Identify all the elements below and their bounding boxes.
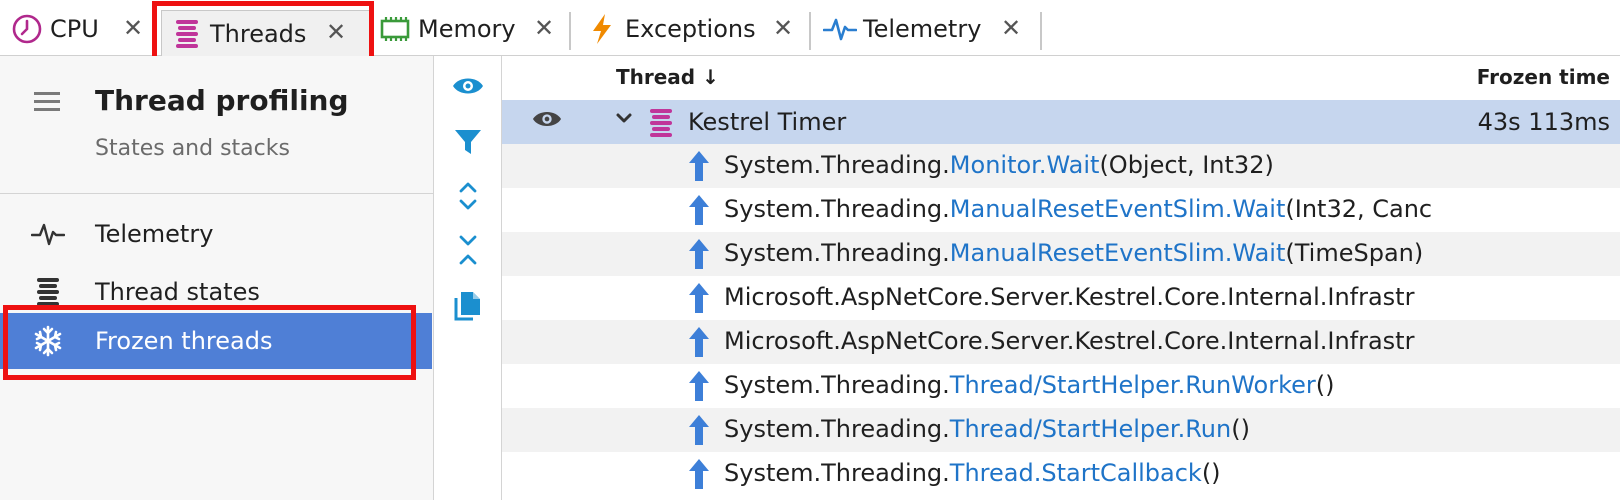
frame-method-link[interactable]: Monitor.Wait — [950, 151, 1100, 179]
frame-method-link[interactable]: Thread/StartHelper.Run — [950, 415, 1231, 443]
eye-icon[interactable] — [446, 64, 490, 108]
tab-separator — [569, 12, 571, 50]
page-title: Thread profiling — [95, 84, 349, 117]
arrow-up-icon — [688, 326, 710, 362]
arrow-up-icon — [688, 282, 710, 318]
tab-telemetry[interactable]: Telemetry ✕ — [823, 8, 1028, 50]
frame-namespace: System.Threading. — [724, 151, 950, 179]
close-icon[interactable]: ✕ — [123, 16, 143, 40]
toolbar — [434, 56, 502, 500]
tab-label: Threads — [210, 19, 307, 48]
stack-frame-row[interactable]: System.Threading.Monitor.Wait(Object, In… — [502, 144, 1620, 188]
thread-name: Kestrel Timer — [688, 108, 847, 136]
frame-method-link[interactable]: Thread/StartHelper.RunWorker — [950, 371, 1316, 399]
frame-namespace: System.Threading. — [724, 415, 950, 443]
stack-frame-row[interactable]: Microsoft.AspNetCore.Server.Kestrel.Core… — [502, 320, 1620, 364]
sidebar-item-label: Telemetry — [95, 220, 214, 248]
tab-threads[interactable]: Threads ✕ — [161, 10, 371, 56]
close-icon[interactable]: ✕ — [534, 16, 554, 40]
stack-frame-row[interactable]: System.Threading.ManualResetEventSlim.Wa… — [502, 188, 1620, 232]
thread-row[interactable]: Kestrel Timer 43s 113ms — [502, 100, 1620, 144]
arrow-up-icon — [688, 194, 710, 230]
arrow-up-icon — [688, 238, 710, 274]
close-icon[interactable]: ✕ — [1001, 16, 1021, 40]
arrow-up-icon — [688, 458, 710, 494]
eye-icon[interactable] — [532, 108, 562, 134]
snowflake-icon — [28, 321, 68, 361]
arrow-up-icon — [688, 414, 710, 450]
stack-frame-row[interactable]: System.Threading.Thread/StartHelper.RunW… — [502, 364, 1620, 408]
frame-args: (TimeSpan) — [1285, 239, 1424, 267]
frame-namespace: Microsoft.AspNetCore.Server.Kestrel.Core… — [724, 327, 1415, 355]
column-header-thread[interactable]: Thread ↓ — [616, 65, 719, 89]
close-icon[interactable]: ✕ — [326, 20, 346, 44]
stack-frame-row[interactable]: System.Threading.ManualResetEventSlim.Wa… — [502, 232, 1620, 276]
frame-args: () — [1231, 415, 1250, 443]
tab-separator — [809, 12, 811, 50]
frame-args: () — [1315, 371, 1335, 399]
table-header: Thread ↓ Frozen time — [502, 56, 1620, 100]
arrow-up-icon — [688, 370, 710, 406]
sidebar: Thread profiling States and stacks Telem… — [0, 56, 434, 500]
arrow-up-icon — [688, 150, 710, 186]
clock-icon — [10, 12, 44, 46]
copy-icon[interactable] — [446, 284, 490, 328]
threads-icon — [170, 17, 204, 51]
sidebar-item-telemetry[interactable]: Telemetry — [0, 205, 432, 263]
tab-label: Exceptions — [625, 15, 756, 43]
pulse-icon — [28, 214, 68, 254]
sidebar-item-label: Frozen threads — [95, 327, 273, 355]
tab-cpu[interactable]: CPU ✕ — [10, 8, 150, 50]
stack-frame-row[interactable]: System.Threading.Thread/StartHelper.Run(… — [502, 408, 1620, 452]
frame-namespace: System.Threading. — [724, 459, 950, 487]
tab-label: CPU — [50, 15, 99, 43]
frame-namespace: Microsoft.AspNetCore.Server.Kestrel.Core… — [724, 283, 1415, 311]
sidebar-item-label: Thread states — [95, 278, 260, 306]
tab-bar: CPU ✕ Threads ✕ Memory ✕ Exceptions ✕ Te… — [0, 0, 1620, 63]
frame-namespace: System.Threading. — [724, 239, 950, 267]
frame-method-link[interactable]: Thread.StartCallback — [950, 459, 1202, 487]
frame-namespace: System.Threading. — [724, 371, 950, 399]
frame-args: (Object, Int32) — [1099, 151, 1274, 179]
close-icon[interactable]: ✕ — [773, 16, 793, 40]
stack-frame-row[interactable]: Microsoft.AspNetCore.Server.Kestrel.Core… — [502, 276, 1620, 320]
tab-separator — [1040, 12, 1042, 50]
tab-memory[interactable]: Memory ✕ — [378, 8, 558, 50]
frame-args: () — [1201, 459, 1221, 487]
frame-method-link[interactable]: ManualResetEventSlim.Wait — [950, 239, 1286, 267]
frozen-time: 43s 113ms — [1477, 108, 1610, 136]
thread-stack-icon — [28, 272, 68, 312]
lightning-icon — [585, 12, 619, 46]
memory-chip-icon — [378, 12, 412, 46]
tab-label: Telemetry — [863, 15, 982, 43]
filter-icon[interactable] — [446, 120, 490, 164]
expand-all-icon[interactable] — [446, 174, 490, 218]
stack-frame-row[interactable]: System.Threading.Thread.StartCallback() — [502, 452, 1620, 496]
thread-table: Thread ↓ Frozen time Kestrel Timer 43s 1… — [502, 56, 1620, 500]
collapse-all-icon[interactable] — [446, 228, 490, 272]
column-header-frozen-time[interactable]: Frozen time — [1477, 65, 1610, 89]
tab-label: Memory — [418, 15, 516, 43]
frame-args: (Int32, Canc — [1285, 195, 1433, 223]
frame-method-link[interactable]: ManualResetEventSlim.Wait — [950, 195, 1286, 223]
threads-icon — [648, 108, 674, 142]
page-subtitle: States and stacks — [95, 136, 290, 161]
frame-namespace: System.Threading. — [724, 195, 950, 223]
sidebar-item-frozen-threads[interactable]: Frozen threads — [0, 313, 432, 369]
sidebar-header: Thread profiling States and stacks — [0, 56, 434, 194]
chevron-down-icon[interactable] — [615, 108, 633, 133]
tab-exceptions[interactable]: Exceptions ✕ — [585, 8, 795, 50]
pulse-icon — [823, 12, 857, 46]
hamburger-menu-icon[interactable] — [34, 92, 60, 112]
